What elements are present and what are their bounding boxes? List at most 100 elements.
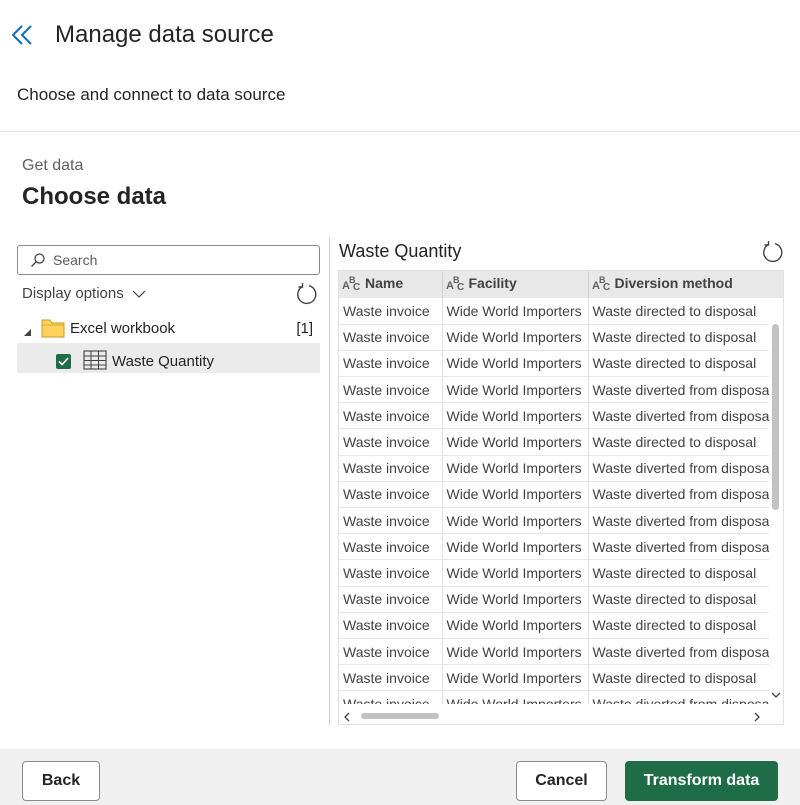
table-cell: Waste invoice [339, 481, 443, 509]
table-cell: Waste invoice [339, 455, 443, 482]
table-row[interactable]: Waste invoiceWide World ImportersWaste d… [339, 376, 783, 404]
section-heading: Choose data [22, 183, 167, 210]
double-chevron-left-icon[interactable] [10, 22, 36, 48]
table-cell: Waste invoice [339, 559, 443, 587]
column-header-label: Diversion method [614, 275, 733, 292]
svg-text:C: C [353, 282, 360, 292]
tree-group-label: Excel workbook [70, 320, 176, 337]
table-icon [83, 350, 107, 374]
scroll-thumb[interactable] [361, 713, 439, 719]
search-box[interactable] [17, 245, 320, 275]
table-cell: Waste directed to disposal [588, 298, 783, 325]
table-cell: Waste invoice [339, 402, 443, 430]
table-cell: Waste invoice [339, 298, 443, 325]
table-row[interactable]: Waste invoiceWide World ImportersWaste d… [339, 586, 783, 613]
breadcrumb: Get data [22, 157, 84, 174]
table-cell: Waste diverted from disposal [588, 455, 783, 482]
panel-divider [329, 237, 330, 725]
folder-icon [41, 318, 65, 342]
table-cell: Wide World Importers [442, 533, 589, 561]
table-row[interactable]: Waste invoiceWide World ImportersWaste d… [339, 298, 783, 325]
table-cell: Wide World Importers [442, 428, 589, 456]
table-cell: Waste invoice [339, 638, 443, 666]
table-cell: Waste invoice [339, 324, 443, 351]
column-header[interactable]: A B C Name [339, 271, 443, 298]
text-type-icon: ABC [446, 274, 466, 295]
back-button[interactable]: Back [22, 761, 100, 801]
table-cell: Wide World Importers [442, 664, 589, 692]
preview-refresh-icon[interactable] [760, 240, 784, 269]
table-cell: Waste invoice [339, 612, 443, 639]
text-type-icon: ABC [342, 274, 362, 295]
tree-item-label: Waste Quantity [112, 353, 214, 370]
search-input[interactable] [53, 250, 313, 270]
table-body: Waste invoice Wide World Importers Waste d… [339, 298, 783, 718]
table-cell: Wide World Importers [442, 298, 589, 325]
footer-bar: Back Cancel Transform data [0, 749, 800, 805]
svg-text:C: C [603, 282, 610, 292]
table-cell: Waste diverted from disposal [588, 481, 783, 509]
table-cell: Waste invoice [339, 376, 443, 404]
table-cell: Wide World Importers [442, 402, 589, 430]
collapse-triangle-icon[interactable] [23, 324, 32, 341]
table-cell: Waste invoice [339, 664, 443, 692]
table-row[interactable]: Waste invoiceWide World ImportersWaste d… [339, 481, 783, 509]
table-cell: Waste invoice [339, 533, 443, 561]
table-cell: Waste diverted from disposal [588, 376, 783, 404]
horizontal-scrollbar[interactable] [339, 704, 783, 724]
preview-grid[interactable]: A B C Name A B C Facility A B C Diversion method … [338, 270, 784, 725]
table-cell: Wide World Importers [442, 350, 589, 378]
table-cell: Wide World Importers [442, 638, 589, 666]
table-row[interactable]: Waste invoiceWide World ImportersWaste d… [339, 533, 783, 561]
column-header-label: Name [365, 275, 404, 292]
table-row[interactable]: Waste invoiceWide World ImportersWaste d… [339, 507, 783, 535]
page-title: Manage data source [55, 21, 274, 48]
column-header[interactable]: A B C Diversion method [588, 271, 783, 298]
preview-table: A B C Name A B C Facility A B C Diversion method … [339, 271, 783, 718]
table-row[interactable]: Waste invoiceWide World ImportersWaste d… [339, 350, 783, 378]
svg-text:C: C [457, 282, 464, 292]
vertical-scrollbar[interactable] [769, 298, 783, 704]
table-row[interactable]: Waste invoiceWide World ImportersWaste d… [339, 664, 783, 692]
scroll-left-icon[interactable] [343, 709, 351, 724]
cancel-button[interactable]: Cancel [516, 761, 607, 801]
table-cell: Waste diverted from disposal [588, 638, 783, 666]
preview-title: Waste Quantity [339, 241, 462, 261]
table-header-row: A B C Name A B C Facility A B C Diversion method [339, 271, 783, 298]
tree-group-excel-workbook[interactable]: Excel workbook [1] [17, 314, 320, 344]
table-row[interactable]: Waste invoiceWide World ImportersWaste d… [339, 612, 783, 639]
table-cell: Waste invoice [339, 586, 443, 613]
table-row[interactable]: Waste invoiceWide World ImportersWaste d… [339, 559, 783, 587]
table-row[interactable]: Waste invoiceWide World ImportersWaste d… [339, 402, 783, 430]
table-cell: Waste directed to disposal [588, 350, 783, 378]
display-options-label: Display options [22, 285, 124, 302]
scroll-thumb[interactable] [772, 324, 779, 510]
checkbox-checked-icon[interactable] [56, 354, 71, 369]
chevron-down-icon [132, 290, 146, 298]
table-cell: Waste directed to disposal [588, 559, 783, 587]
table-cell: Waste invoice [339, 428, 443, 456]
table-cell: Wide World Importers [442, 559, 589, 587]
page-header: Manage data source Choose and connect to… [0, 0, 800, 132]
tree-item-waste-quantity[interactable]: Waste Quantity [17, 343, 320, 373]
table-row[interactable]: Waste invoiceWide World ImportersWaste d… [339, 428, 783, 456]
transform-data-button[interactable]: Transform data [625, 761, 778, 801]
table-cell: Waste diverted from disposal [588, 533, 783, 561]
page-subtitle: Choose and connect to data source [17, 85, 286, 104]
column-header[interactable]: A B C Facility [442, 271, 589, 298]
table-cell: Wide World Importers [442, 507, 589, 535]
column-header-label: Facility [468, 275, 517, 292]
table-row[interactable]: Waste invoiceWide World ImportersWaste d… [339, 638, 783, 666]
table-cell: Waste directed to disposal [588, 664, 783, 692]
display-options-dropdown[interactable]: Display options [22, 285, 146, 302]
refresh-icon[interactable] [294, 282, 318, 311]
table-cell: Wide World Importers [442, 376, 589, 404]
table-row[interactable]: Waste invoiceWide World ImportersWaste d… [339, 455, 783, 482]
table-cell: Wide World Importers [442, 586, 589, 613]
table-row[interactable]: Waste invoiceWide World ImportersWaste d… [339, 324, 783, 351]
scroll-down-icon[interactable] [771, 686, 781, 704]
scroll-right-icon[interactable] [753, 709, 761, 724]
table-cell: Waste directed to disposal [588, 324, 783, 351]
table-cell: Wide World Importers [442, 612, 589, 639]
table-cell: Wide World Importers [442, 455, 589, 482]
